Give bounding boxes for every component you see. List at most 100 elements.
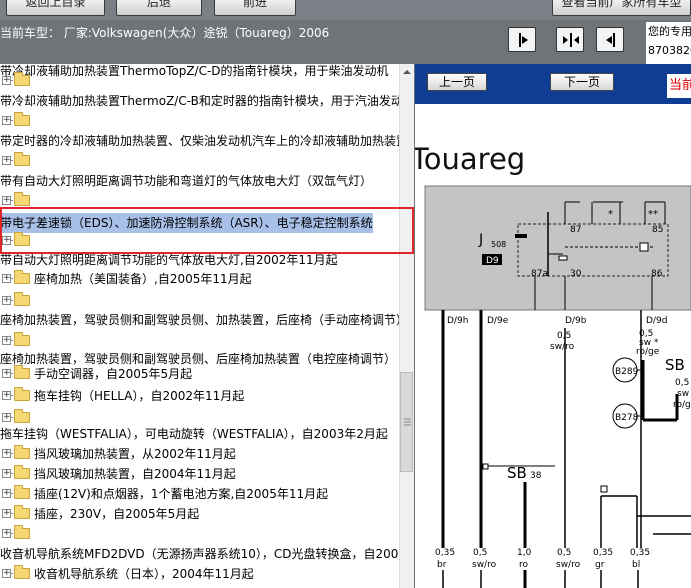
tree-row[interactable]: +: [0, 151, 399, 171]
tree-row[interactable]: + 挡风玻璃加热装置，自2004年11月起: [0, 464, 399, 484]
expand-plus-icon[interactable]: +: [2, 569, 11, 578]
scroll-up-arrow[interactable]: [400, 64, 414, 78]
tree-row[interactable]: + 手动空调器，自2005年5月起: [0, 364, 399, 384]
split-both-button[interactable]: [556, 27, 584, 52]
expand-plus-icon[interactable]: +: [2, 391, 11, 400]
tree-row[interactable]: 座椅加热装置，驾驶员侧和副驾驶员侧、加热装置，后座椅（手动座椅调节）: [0, 310, 399, 330]
expand-plus-icon[interactable]: +: [2, 336, 11, 345]
tree-row[interactable]: + 挡风玻璃加热装置，从2002年11月起: [0, 444, 399, 464]
bottom-spec-size: 0,5: [473, 548, 487, 558]
forward-label: 前进: [242, 0, 267, 9]
bottom-spec-color: sw/ro: [556, 560, 581, 570]
bottom-spec-size: 0,35: [593, 548, 613, 558]
wiring-diagram: J 508 D9 87 85 87a 30 86 * ** D/9h D/9e …: [424, 185, 691, 588]
tree-row[interactable]: + 插座(12V)和点烟器，1个蓄电池方案,自2005年11月起: [0, 484, 399, 504]
expand-plus-icon[interactable]: +: [2, 469, 11, 478]
split-left-button[interactable]: [508, 27, 536, 52]
sb-right-spec-3: ro/ge: [673, 400, 691, 410]
split-right-button[interactable]: [596, 27, 624, 52]
tree-row-label: 座椅加热装置，驾驶员侧和副驾驶员侧、加热装置，后座椅（手动座椅调节）: [0, 313, 399, 327]
bottom-wire-specs: 0,35 br 0,5 sw/ro 1,0 ro 0,5 sw/ro 0,35 gr 0,35 bl: [435, 548, 650, 588]
tree-row-label: 挡风玻璃加热装置，自2004年11月起: [34, 467, 236, 481]
tree-row[interactable]: 拖车挂钩（WESTFALIA），可电动旋转（WESTFALIA），自2003年2…: [0, 424, 399, 444]
pin-86: 86: [651, 269, 663, 279]
tree-row[interactable]: + 座椅加热（美国装备）,自2005年11月起: [0, 269, 399, 289]
b278-label: B278: [615, 413, 639, 423]
folder-icon: [14, 270, 30, 284]
tree-row[interactable]: 带自动大灯照明距离调节功能的气体放电大灯,自2002年11月起: [0, 250, 399, 270]
tree-row-label: 带自动大灯照明距离调节功能的气体放电大灯,自2002年11月起: [0, 253, 338, 267]
bottom-spec-color: bl: [632, 560, 640, 570]
tree-row[interactable]: +: [0, 331, 399, 351]
view-all-models-button[interactable]: 查看当前厂家所有车型: [552, 0, 691, 16]
expand-plus-icon[interactable]: +: [2, 449, 11, 458]
folder-icon: [14, 485, 30, 499]
view-all-models-label: 查看当前厂家所有车型: [561, 0, 682, 9]
tree-scrollbar[interactable]: [399, 64, 414, 588]
tree-panel: 带冷却液辅助加热装置ThermoTopZ/C-D的指南针模块，用于柴油发动机 + 带…: [0, 64, 399, 588]
sb38-sub: 38: [530, 471, 542, 481]
expand-plus-icon[interactable]: +: [2, 369, 11, 378]
folder-icon: [14, 152, 30, 166]
tree-row[interactable]: +: [0, 71, 399, 91]
expand-plus-icon[interactable]: +: [2, 489, 11, 498]
next-page-button[interactable]: 下一页: [550, 73, 614, 91]
wire-tag-d9b: D/9b: [565, 316, 587, 326]
tree-row[interactable]: 带定时器的冷却液辅助加热装置、仅柴油发动机汽车上的冷却液辅助加热装置: [0, 131, 399, 151]
bottom-spec-size: 0,5: [557, 548, 571, 558]
folder-icon: [14, 332, 30, 346]
expand-plus-icon[interactable]: +: [2, 196, 11, 205]
relay-sub-label: 508: [491, 240, 506, 249]
sb38-label: SB: [507, 464, 527, 482]
wire-spec-size-1: 0,5: [557, 331, 571, 341]
tree-row-label: 带定时器的冷却液辅助加热装置、仅柴油发动机汽车上的冷却液辅助加热装置: [0, 134, 399, 148]
star-mark-single: *: [608, 209, 613, 220]
expand-plus-icon[interactable]: +: [2, 509, 11, 518]
folder-icon: [14, 387, 30, 401]
tree-row[interactable]: 收音机导航系统MFD2DVD（无源扬声器系统10），CD光盘转换盒，自2005年: [0, 544, 399, 564]
pin-30: 30: [570, 269, 582, 279]
tree-row[interactable]: +: [0, 291, 399, 311]
tree-row[interactable]: +: [0, 191, 399, 211]
split-right-icon: [606, 33, 615, 47]
bottom-spec-color: br: [437, 560, 447, 570]
expand-plus-icon[interactable]: +: [2, 274, 11, 283]
expand-plus-icon[interactable]: +: [2, 76, 11, 85]
tree-row-label: 拖车挂钩（HELLA），自2002年11月起: [34, 389, 245, 403]
tree-row-label: 插座，230V，自2005年5月起: [34, 507, 200, 521]
folder-icon: [14, 72, 30, 86]
expand-plus-icon[interactable]: +: [2, 236, 11, 245]
tree-row[interactable]: +: [0, 111, 399, 131]
wiring-diagram-view: Touareg J 508 D9 87 85 87a 30 86 * ** D/…: [415, 104, 691, 588]
split-left-icon: [519, 33, 528, 47]
relay-box: J 508 D9 87 85 87a 30 86 * **: [424, 185, 691, 311]
tree-row[interactable]: +: [0, 524, 399, 544]
scrollbar-thumb[interactable]: [400, 372, 413, 472]
forward-button[interactable]: 前进: [214, 0, 296, 16]
expand-plus-icon[interactable]: +: [2, 296, 11, 305]
sb-right-spec-1: 0,5: [675, 378, 689, 388]
info-strip: 您的专用 8703820: [646, 22, 691, 64]
expand-plus-icon[interactable]: +: [2, 529, 11, 538]
next-page-label: 下一页: [563, 75, 600, 89]
tree-row[interactable]: + 拖车挂钩（HELLA），自2002年11月起: [0, 386, 399, 406]
tree-row[interactable]: +: [0, 231, 399, 251]
expand-plus-icon[interactable]: +: [2, 116, 11, 125]
tree-row[interactable]: 带冷却液辅助加热装置ThermoZ/C-B和定时器的指南针模块，用于汽油发动机: [0, 91, 399, 111]
tree-row[interactable]: 带有自动大灯照明距离调节功能和弯道灯的气体放电大灯（双氙气灯）: [0, 171, 399, 191]
relay-d-label: D9: [486, 256, 499, 266]
return-catalog-button[interactable]: 返回上目录: [6, 0, 105, 16]
b-connectors: B289 B278: [612, 357, 641, 429]
tree-row[interactable]: 带电子差速锁（EDS）、加速防滑控制系统（ASR）、电子稳定控制系统: [0, 213, 399, 233]
back-label: 后退: [146, 0, 171, 9]
pin-87: 87: [570, 225, 581, 235]
expand-plus-icon[interactable]: +: [2, 413, 11, 422]
tree-row[interactable]: + 收音机导航系统（日本），2004年11月起: [0, 564, 399, 584]
split-both-icon: [563, 33, 579, 47]
tree-row-label: 拖车挂钩（WESTFALIA），可电动旋转（WESTFALIA），自2003年2…: [0, 427, 388, 441]
prev-page-button[interactable]: 上一页: [427, 73, 487, 91]
expand-plus-icon[interactable]: +: [2, 156, 11, 165]
bottom-spec-color: sw/ro: [472, 560, 497, 570]
tree-row[interactable]: + 插座，230V，自2005年5月起: [0, 504, 399, 524]
back-button[interactable]: 后退: [116, 0, 202, 16]
